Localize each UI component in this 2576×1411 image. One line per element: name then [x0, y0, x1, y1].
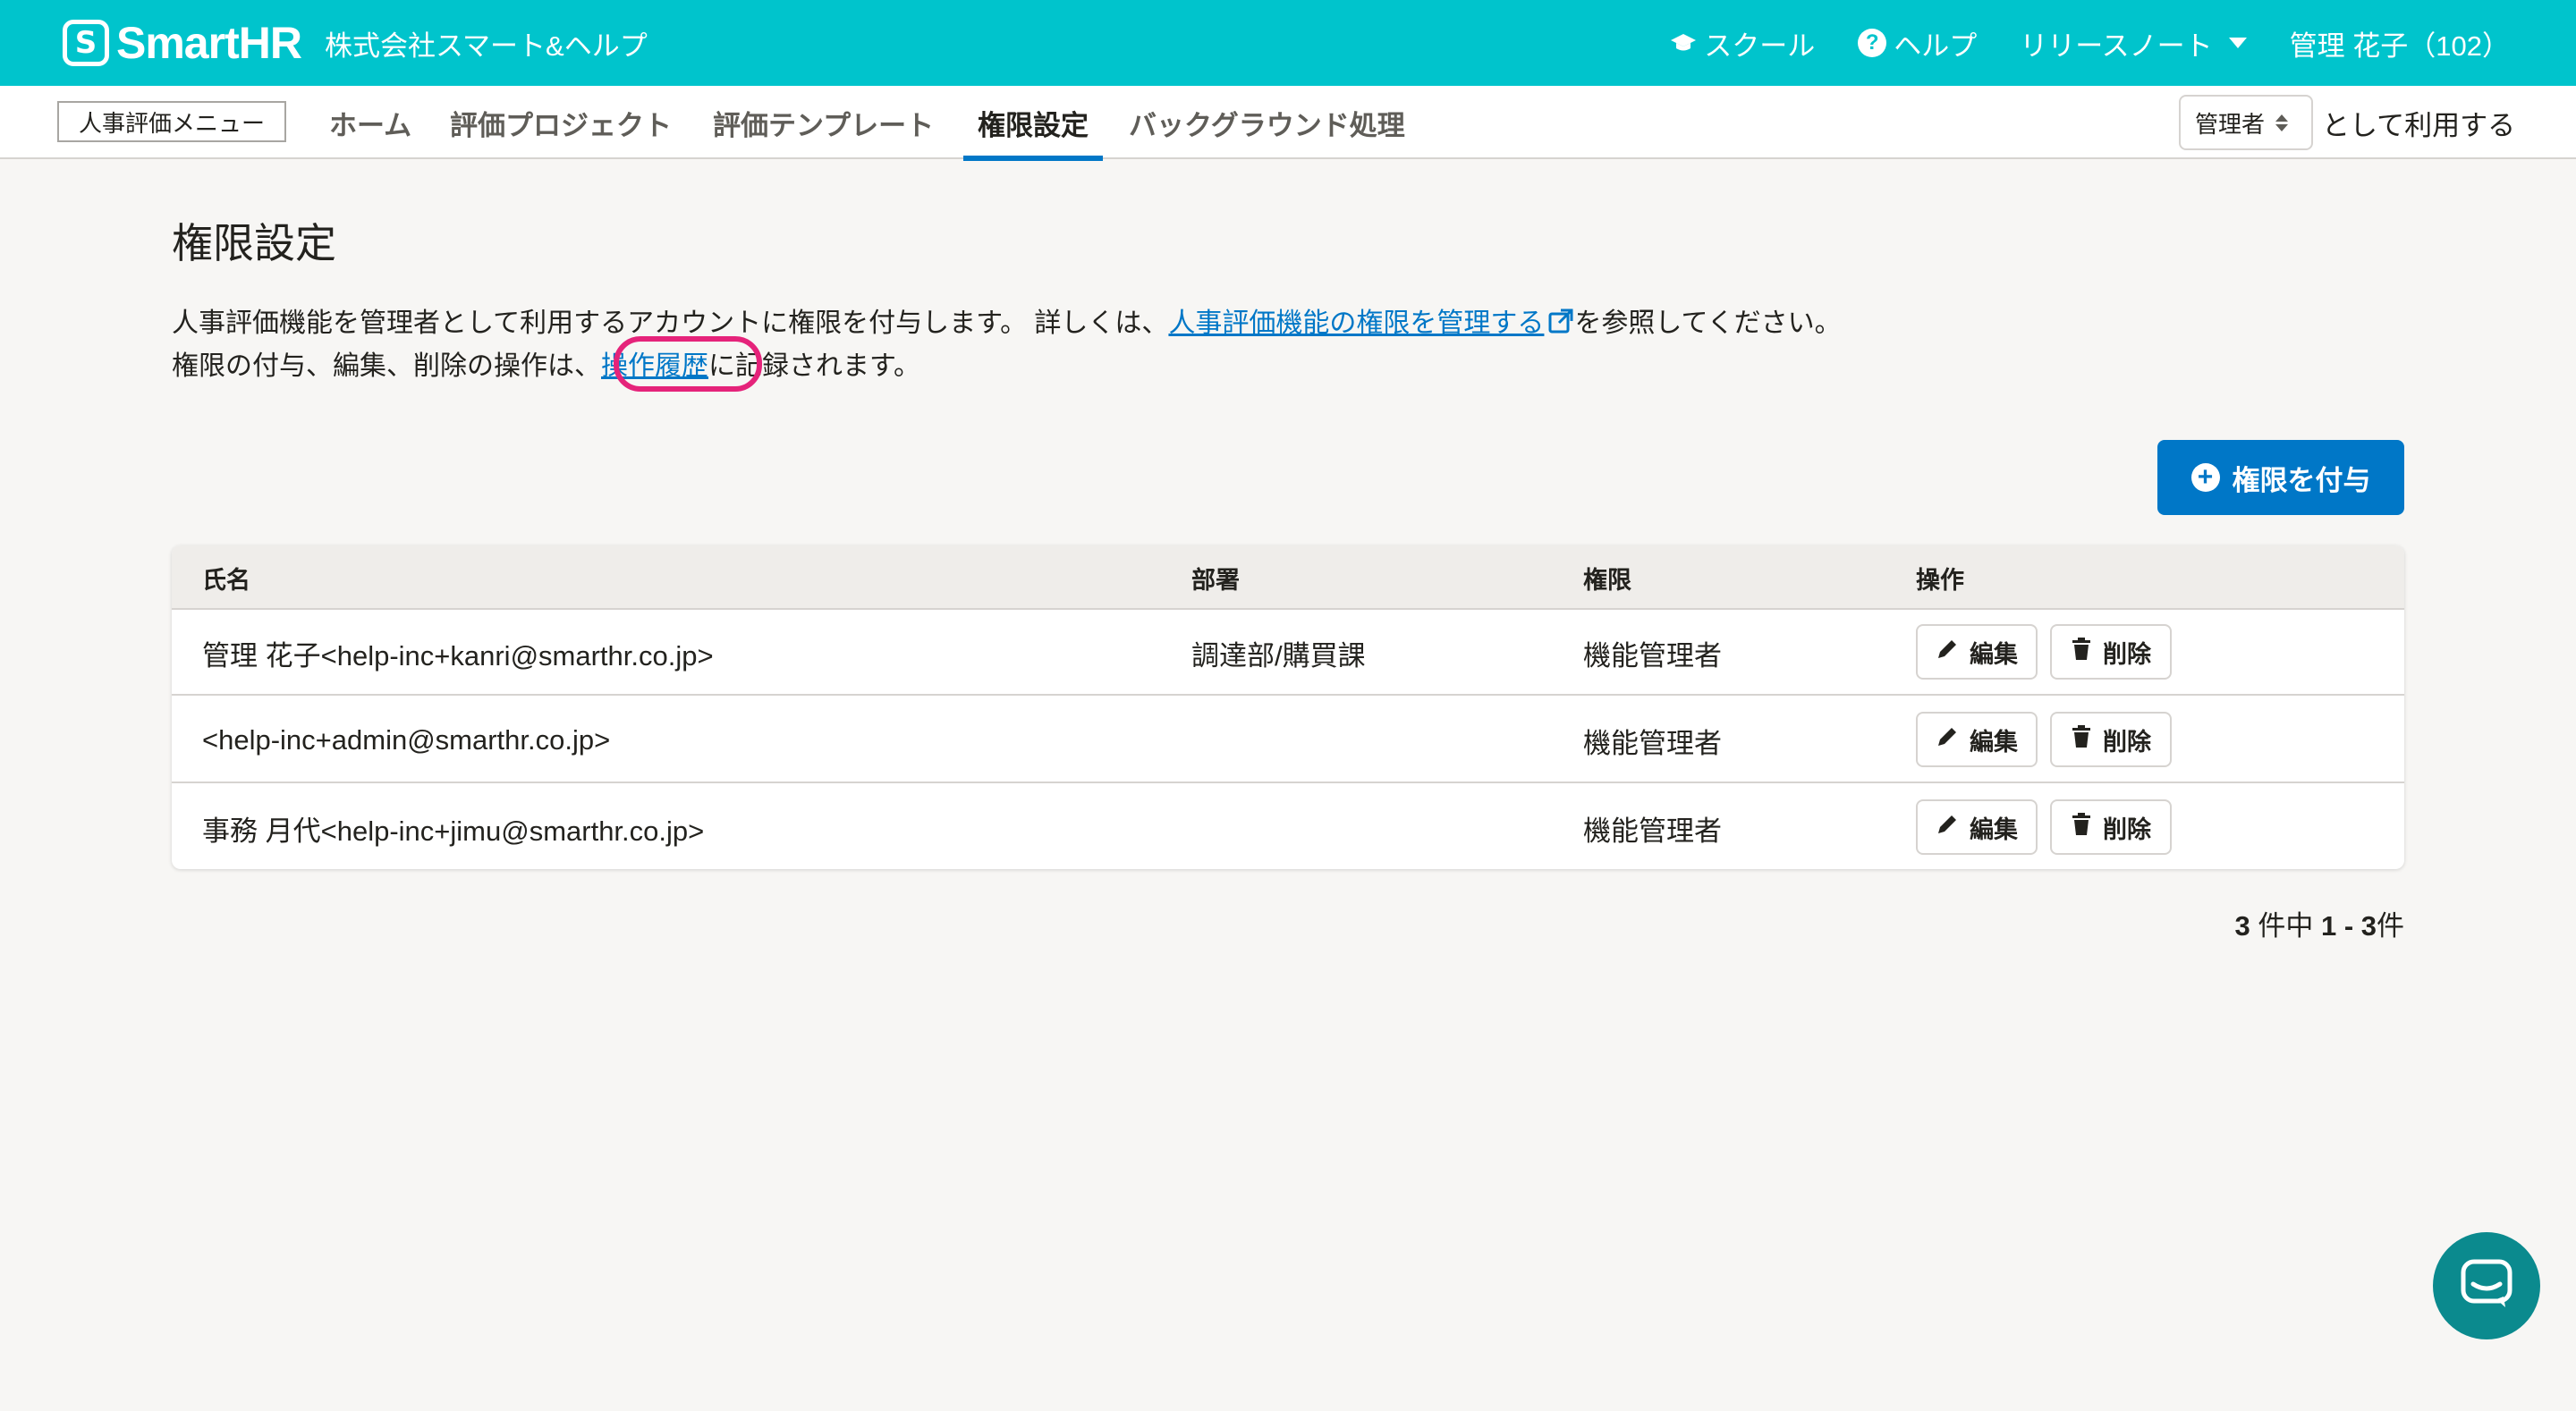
description-text-2: 権限の付与、編集、削除の操作は、	[172, 351, 601, 381]
permissions-table: 氏名 部署 権限 操作 管理 花子<help-inc+kanri@smarthr…	[172, 545, 2404, 869]
cell-permission: 機能管理者	[1583, 727, 1722, 759]
logo-mark: S	[63, 20, 109, 66]
description-text-end: を参照してください。	[1574, 308, 1842, 338]
delete-button[interactable]: 削除	[2050, 799, 2172, 855]
column-header-permission: 権限	[1583, 566, 1631, 594]
sub-navigation: 人事評価メニュー ホーム 評価プロジェクト 評価テンプレート 権限設定 バックグ…	[0, 86, 2576, 161]
description-line-1: 人事評価機能を管理者として利用するアカウントに権限を付与します。 詳しくは、人事…	[172, 300, 1842, 342]
chat-icon	[2461, 1259, 2512, 1314]
external-link-icon	[1547, 308, 1574, 342]
caret-down-icon	[2228, 38, 2247, 48]
cell-permission: 機能管理者	[1583, 815, 1722, 847]
edit-label: 編集	[1970, 815, 2018, 843]
table-row: <help-inc+admin@smarthr.co.jp> 機能管理者 編集 …	[172, 697, 2404, 783]
top-header: S SmartHR 株式会社スマート&ヘルプ スクール ? ヘルプ リリースノー…	[0, 0, 2576, 86]
cell-permission: 機能管理者	[1583, 639, 1722, 672]
chat-launcher-button[interactable]	[2433, 1232, 2540, 1339]
user-menu[interactable]: 管理 花子（102）	[2290, 23, 2510, 63]
permission-help-link[interactable]: 人事評価機能の権限を管理する	[1168, 308, 1574, 338]
pencil-icon	[1936, 725, 1959, 755]
edit-button[interactable]: 編集	[1916, 712, 2038, 767]
edit-label: 編集	[1970, 728, 2018, 756]
column-header-actions: 操作	[1916, 566, 1964, 594]
role-suffix-text: として利用する	[2322, 109, 2516, 141]
delete-label: 削除	[2103, 640, 2151, 668]
description-text: 人事評価機能を管理者として利用するアカウントに権限を付与します。 詳しくは、	[172, 308, 1169, 338]
pencil-icon	[1936, 638, 1959, 667]
column-header-name: 氏名	[202, 566, 250, 594]
table-row: 管理 花子<help-inc+kanri@smarthr.co.jp> 調達部/…	[172, 610, 2404, 696]
help-label: ヘルプ	[1894, 30, 1978, 62]
column-header-department: 部署	[1191, 566, 1240, 594]
release-notes-dropdown[interactable]: リリースノート	[2020, 23, 2247, 63]
graduation-cap-icon	[1670, 32, 1697, 54]
cell-name: <help-inc+admin@smarthr.co.jp>	[202, 724, 611, 756]
school-link[interactable]: スクール	[1670, 23, 1815, 63]
role-select[interactable]: 管理者	[2179, 95, 2313, 150]
question-circle-icon: ?	[1858, 29, 1887, 57]
school-label: スクール	[1704, 30, 1816, 62]
evaluation-menu-label: 人事評価メニュー	[57, 101, 286, 142]
grant-permission-button[interactable]: + 権限を付与	[2157, 440, 2404, 515]
pager-total: 3	[2234, 910, 2250, 942]
delete-button[interactable]: 削除	[2050, 712, 2172, 767]
trash-icon	[2071, 637, 2092, 667]
help-link[interactable]: ? ヘルプ	[1858, 23, 1977, 63]
delete-label: 削除	[2103, 815, 2151, 843]
tab-evaluation-projects[interactable]: 評価プロジェクト	[450, 86, 672, 159]
page-title: 権限設定	[172, 220, 336, 266]
tab-evaluation-templates[interactable]: 評価テンプレート	[713, 86, 934, 159]
tab-background-jobs[interactable]: バックグラウンド処理	[1129, 86, 1405, 159]
pager-range: 1 - 3	[2320, 910, 2377, 942]
pagination-summary: 3 件中 1 - 3件	[2234, 903, 2404, 943]
pencil-icon	[1936, 813, 1959, 842]
header-links: スクール ? ヘルプ リリースノート 管理 花子（102）	[1627, 0, 2510, 86]
highlight-annotation	[614, 336, 762, 392]
pager-total-suffix: 件中	[2250, 910, 2321, 942]
company-name: 株式会社スマート&ヘルプ	[324, 30, 648, 62]
logo-text: SmartHR	[116, 18, 302, 68]
grant-permission-label: 権限を付与	[2232, 464, 2371, 496]
plus-circle-icon: +	[2190, 463, 2220, 492]
user-name: 管理 花子（102）	[2289, 30, 2510, 62]
edit-button[interactable]: 編集	[1916, 799, 2038, 855]
permission-help-link-label: 人事評価機能の権限を管理する	[1168, 308, 1545, 338]
cell-name: 管理 花子<help-inc+kanri@smarthr.co.jp>	[202, 639, 714, 672]
smarthr-logo[interactable]: S SmartHR	[63, 17, 302, 69]
release-notes-label: リリースノート	[2020, 30, 2213, 62]
cell-name: 事務 月代<help-inc+jimu@smarthr.co.jp>	[202, 815, 705, 847]
trash-icon	[2071, 724, 2092, 755]
delete-label: 削除	[2103, 728, 2151, 756]
trash-icon	[2071, 812, 2092, 842]
tab-permission-settings[interactable]: 権限設定	[963, 86, 1103, 161]
table-row: 事務 月代<help-inc+jimu@smarthr.co.jp> 機能管理者…	[172, 785, 2404, 869]
edit-label: 編集	[1970, 640, 2018, 668]
edit-button[interactable]: 編集	[1916, 624, 2038, 680]
description-line-2: 権限の付与、編集、削除の操作は、操作履歴に記録されます。	[172, 343, 920, 383]
tab-home[interactable]: ホーム	[329, 86, 411, 159]
pager-range-suffix: 件	[2377, 910, 2404, 942]
select-updown-icon	[2275, 114, 2289, 131]
delete-button[interactable]: 削除	[2050, 624, 2172, 680]
table-header: 氏名 部署 権限 操作	[172, 545, 2404, 610]
cell-department: 調達部/購買課	[1191, 639, 1366, 672]
role-select-value: 管理者	[2195, 110, 2266, 138]
